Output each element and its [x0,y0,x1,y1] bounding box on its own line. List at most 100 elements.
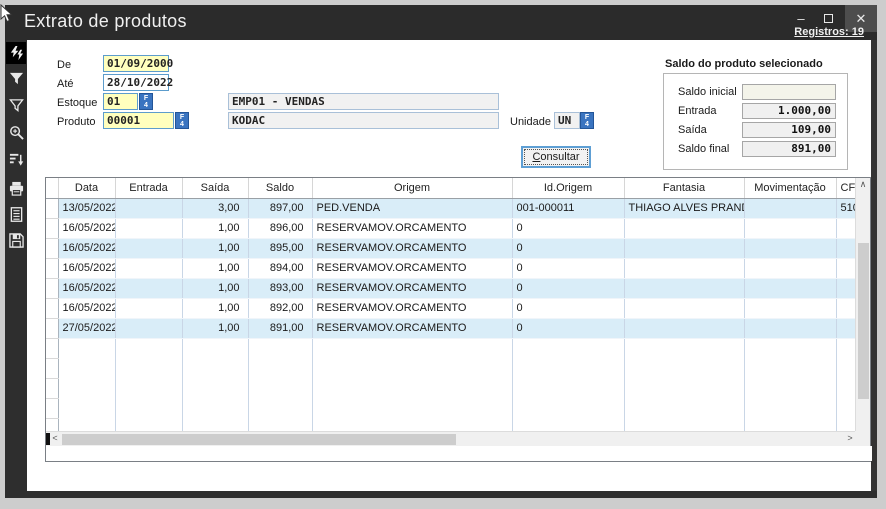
cell-fantasia[interactable] [624,218,744,238]
cell-origem[interactable]: RESERVAMOV.ORCAMENTO [312,238,512,258]
cell-movimentacao[interactable] [744,318,836,338]
cell-entrada[interactable] [115,238,182,258]
table-row[interactable]: 16/05/2022 1,00896,00RESERVAMOV.ORCAMENTO… [46,218,856,238]
column-header-data[interactable]: Data [58,178,115,198]
table-row[interactable]: 16/05/2022 1,00895,00RESERVAMOV.ORCAMENTO… [46,238,856,258]
cell-movimentacao[interactable] [744,278,836,298]
cell-movimentacao[interactable] [744,298,836,318]
cell-origem[interactable]: RESERVAMOV.ORCAMENTO [312,298,512,318]
cell-origem[interactable]: RESERVAMOV.ORCAMENTO [312,258,512,278]
table-row[interactable]: 16/05/2022 1,00893,00RESERVAMOV.ORCAMENTO… [46,278,856,298]
cell-saldo[interactable]: 896,00 [248,218,312,238]
cell-saldo[interactable]: 895,00 [248,238,312,258]
cell-entrada[interactable] [115,218,182,238]
column-header-saldo[interactable]: Saldo [248,178,312,198]
cell-saida[interactable]: 1,00 [182,258,248,278]
cell-fantasia[interactable]: THIAGO ALVES PRANDO [624,198,744,218]
column-header-saida[interactable]: Saída [182,178,248,198]
scroll-up-icon[interactable]: ∧ [856,178,870,192]
cell-origem[interactable]: PED.VENDA [312,198,512,218]
print-button[interactable] [6,177,26,199]
produto-lookup-button[interactable]: F4 [175,112,189,129]
scroll-left-icon[interactable]: < [48,432,62,446]
cell-cfop[interactable] [836,318,856,338]
cell-saida[interactable]: 3,00 [182,198,248,218]
registros-link[interactable]: Registros: 19 [794,26,864,38]
produto-field[interactable]: 00001 [103,112,174,129]
column-header-cfop[interactable]: CFOP [836,178,856,198]
column-header-origem[interactable]: Origem [312,178,512,198]
cell-entrada[interactable] [115,298,182,318]
cell-fantasia[interactable] [624,298,744,318]
report-button[interactable] [6,203,26,225]
cell-fantasia[interactable] [624,238,744,258]
vertical-scrollbar-thumb[interactable] [858,243,869,399]
cell-data[interactable]: 16/05/2022 [58,278,115,298]
cell-data[interactable]: 16/05/2022 [58,218,115,238]
cell-saldo[interactable]: 892,00 [248,298,312,318]
cell-entrada[interactable] [115,278,182,298]
cell-id-origem[interactable]: 0 [512,278,624,298]
cell-data[interactable]: 16/05/2022 [58,298,115,318]
cell-saldo[interactable]: 897,00 [248,198,312,218]
table-row[interactable]: 16/05/2022 1,00894,00RESERVAMOV.ORCAMENTO… [46,258,856,278]
de-field[interactable]: 01/09/2000 [103,55,169,72]
ate-field[interactable]: 28/10/2022 [103,74,169,91]
refresh-button[interactable] [6,42,26,64]
cell-entrada[interactable] [115,198,182,218]
cell-movimentacao[interactable] [744,198,836,218]
cell-fantasia[interactable] [624,318,744,338]
cell-cfop[interactable] [836,218,856,238]
cell-data[interactable]: 27/05/2022 [58,318,115,338]
cell-origem[interactable]: RESERVAMOV.ORCAMENTO [312,278,512,298]
cell-data[interactable]: 13/05/2022 [58,198,115,218]
cell-cfop[interactable] [836,278,856,298]
estoque-field[interactable]: 01 [103,93,138,110]
column-header-entrada[interactable]: Entrada [115,178,182,198]
column-header-id-origem[interactable]: Id.Origem [512,178,624,198]
cell-saldo[interactable]: 891,00 [248,318,312,338]
consultar-button[interactable]: Consultar [521,146,591,168]
save-button[interactable] [6,229,26,251]
cell-data[interactable]: 16/05/2022 [58,258,115,278]
titlebar[interactable]: Extrato de produtos – ✕ Registros: 19 [5,5,877,40]
cell-saida[interactable]: 1,00 [182,318,248,338]
cell-saida[interactable]: 1,00 [182,218,248,238]
cell-id-origem[interactable]: 0 [512,258,624,278]
filter-button[interactable] [6,67,26,89]
cell-saida[interactable]: 1,00 [182,298,248,318]
cell-movimentacao[interactable] [744,258,836,278]
cell-data[interactable]: 16/05/2022 [58,238,115,258]
cell-cfop[interactable] [836,298,856,318]
cell-origem[interactable]: RESERVAMOV.ORCAMENTO [312,218,512,238]
cell-fantasia[interactable] [624,278,744,298]
cell-id-origem[interactable]: 0 [512,218,624,238]
cell-origem[interactable]: RESERVAMOV.ORCAMENTO [312,318,512,338]
cell-saldo[interactable]: 893,00 [248,278,312,298]
unidade-lookup-button[interactable]: F4 [580,112,594,129]
sort-button[interactable] [6,148,26,170]
cell-cfop[interactable] [836,258,856,278]
cell-saida[interactable]: 1,00 [182,238,248,258]
estoque-lookup-button[interactable]: F4 [139,93,153,110]
cell-entrada[interactable] [115,258,182,278]
cell-id-origem[interactable]: 0 [512,238,624,258]
cell-saida[interactable]: 1,00 [182,278,248,298]
column-header-movimentacao[interactable]: Movimentação [744,178,836,198]
cell-cfop[interactable] [836,238,856,258]
cell-cfop[interactable]: 5102 [836,198,856,218]
horizontal-scrollbar[interactable]: < > [46,431,857,446]
horizontal-scrollbar-thumb[interactable] [62,434,456,445]
cell-id-origem[interactable]: 0 [512,298,624,318]
cell-entrada[interactable] [115,318,182,338]
cell-movimentacao[interactable] [744,238,836,258]
table-row[interactable]: 27/05/2022 1,00891,00RESERVAMOV.ORCAMENTO… [46,318,856,338]
cell-saldo[interactable]: 894,00 [248,258,312,278]
cell-id-origem[interactable]: 001-000011 [512,198,624,218]
filter-clear-button[interactable] [6,94,26,116]
column-header-fantasia[interactable]: Fantasia [624,178,744,198]
table-row[interactable]: 13/05/2022 3,00897,00PED.VENDA001-000011T… [46,198,856,218]
cell-id-origem[interactable]: 0 [512,318,624,338]
vertical-scrollbar[interactable]: ∧ ∨ [855,178,870,446]
cell-fantasia[interactable] [624,258,744,278]
